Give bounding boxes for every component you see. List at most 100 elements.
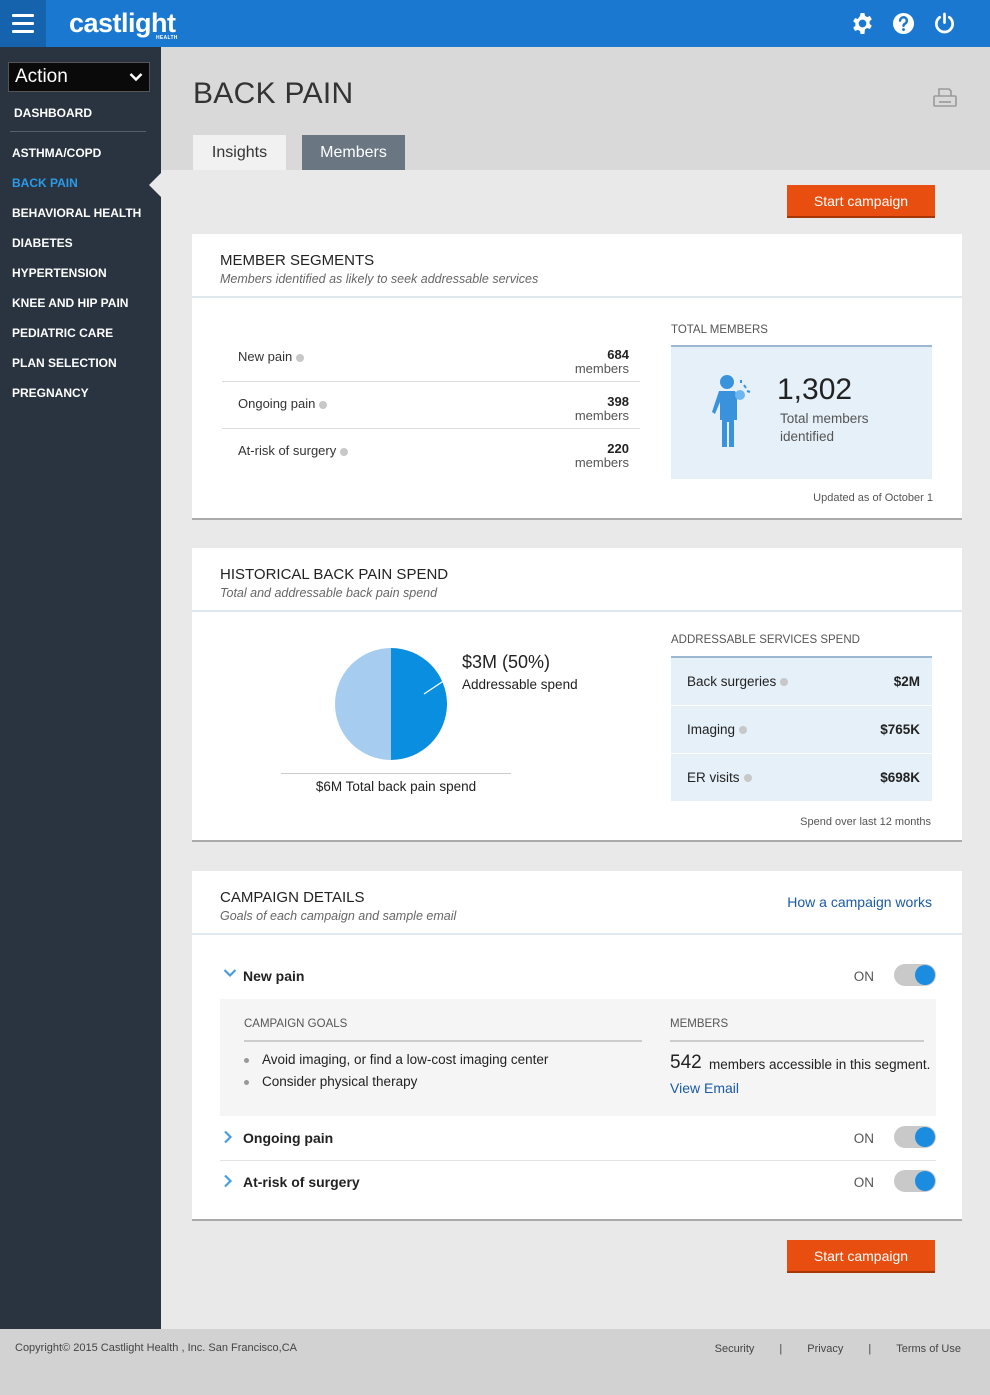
- campaign-state: ON: [853, 1175, 874, 1190]
- action-select[interactable]: Action: [8, 62, 150, 92]
- info-icon[interactable]: [739, 726, 748, 735]
- service-row: Imaging $765K: [671, 706, 932, 754]
- campaign-goals-label: CAMPAIGN GOALS: [244, 1018, 348, 1030]
- info-icon[interactable]: [296, 353, 305, 362]
- copyright: Copyright© 2015 Castlight Health , Inc. …: [15, 1342, 298, 1354]
- footer-link-privacy[interactable]: Privacy: [807, 1343, 843, 1355]
- pie-chart: [335, 648, 447, 760]
- segment-unit: members: [574, 361, 629, 376]
- members-text: members accessible in this segment.: [709, 1057, 931, 1072]
- footer-link-security[interactable]: Security: [715, 1343, 755, 1355]
- start-campaign-button-bottom[interactable]: Start campaign: [787, 1240, 935, 1271]
- chevron-right-icon[interactable]: [223, 1130, 233, 1144]
- info-icon[interactable]: [780, 678, 789, 687]
- pie-total: $6M Total back pain spend: [315, 779, 477, 794]
- campaign-row[interactable]: Ongoing pain ON: [220, 1116, 936, 1160]
- list-item: Consider physical therapy: [244, 1074, 548, 1096]
- footer-separator: |: [868, 1343, 872, 1355]
- sidebar-item-diabetes[interactable]: DIABETES: [12, 236, 141, 266]
- page-title: BACK PAIN: [193, 77, 354, 110]
- campaign-state: ON: [853, 969, 874, 984]
- campaign-toggle[interactable]: [894, 1170, 936, 1192]
- total-members-value: 1,302: [777, 373, 853, 406]
- action-select-value: Action: [15, 66, 68, 87]
- footer-link-terms[interactable]: Terms of Use: [896, 1343, 961, 1355]
- service-row: ER visits $698K: [671, 754, 932, 802]
- card-subtitle: Goals of each campaign and sample email: [220, 909, 457, 923]
- campaign-detail-panel: CAMPAIGN GOALS Avoid imaging, or find a …: [220, 999, 936, 1116]
- question-icon[interactable]: [892, 12, 915, 35]
- info-icon[interactable]: [340, 447, 349, 456]
- view-email-link[interactable]: View Email: [670, 1080, 739, 1096]
- total-members-text: Total members identified: [780, 411, 869, 444]
- total-members-label: TOTAL MEMBERS: [671, 324, 768, 336]
- pie-slice: [335, 648, 391, 760]
- addressable-table: Back surgeries $2M Imaging $765K ER visi…: [671, 656, 932, 802]
- sidebar-item-pregnancy[interactable]: PREGNANCY: [12, 386, 141, 416]
- segment-label: New pain: [238, 349, 293, 364]
- sidebar-item-behavioral-health[interactable]: BEHAVIORAL HEALTH: [12, 206, 141, 236]
- campaign-goals-list: Avoid imaging, or find a low-cost imagin…: [244, 1052, 548, 1096]
- campaign-name: At-risk of surgery: [243, 1174, 360, 1190]
- person-back-pain-icon: [712, 375, 751, 447]
- tab-insights[interactable]: Insights: [193, 135, 286, 170]
- members-label: MEMBERS: [670, 1018, 729, 1030]
- segment-row: At-risk of surgery 220 members: [222, 429, 640, 476]
- top-bar: castlight HEALTH: [0, 0, 990, 47]
- card-subtitle: Total and addressable back pain spend: [220, 586, 438, 600]
- campaign-toggle[interactable]: [894, 964, 936, 986]
- sidebar-item-plan-selection[interactable]: PLAN SELECTION: [12, 356, 141, 386]
- service-name: ER visits: [687, 770, 740, 785]
- pie-slice: [391, 648, 447, 760]
- service-value: $2M: [893, 674, 920, 689]
- sidebar-list: ASTHMA/COPD BACK PAIN BEHAVIORAL HEALTH …: [12, 146, 141, 416]
- segment-unit: members: [574, 455, 629, 470]
- updated-date: Updated as of October 1: [813, 492, 933, 504]
- segment-label: At-risk of surgery: [238, 443, 337, 458]
- service-value: $765K: [880, 722, 920, 737]
- segment-label: Ongoing pain: [238, 396, 316, 411]
- pie-divider: [281, 773, 511, 774]
- campaign-row[interactable]: At-risk of surgery ON: [220, 1160, 936, 1204]
- campaign-name: Ongoing pain: [243, 1130, 334, 1146]
- gear-icon[interactable]: [851, 12, 874, 35]
- sidebar-item-pediatric-care[interactable]: PEDIATRIC CARE: [12, 326, 141, 356]
- segment-count: 684: [607, 347, 629, 362]
- sidebar-item-asthma-copd[interactable]: ASTHMA/COPD: [12, 146, 141, 176]
- hamburger-icon[interactable]: [0, 0, 46, 47]
- how-campaign-works-link[interactable]: How a campaign works: [787, 894, 932, 910]
- chevron-down-icon: [129, 73, 143, 82]
- segment-row: New pain 684 members: [222, 335, 640, 382]
- campaign-card: CAMPAIGN DETAILS Goals of each campaign …: [192, 871, 962, 1221]
- sidebar-item-back-pain[interactable]: BACK PAIN: [12, 176, 141, 206]
- spend-card: HISTORICAL BACK PAIN SPEND Total and add…: [192, 548, 962, 842]
- segment-count: 398: [607, 394, 629, 409]
- sidebar-item-dashboard[interactable]: DASHBOARD: [14, 106, 92, 120]
- active-indicator: [149, 173, 161, 197]
- power-icon[interactable]: [933, 12, 956, 35]
- members-count: 542: [670, 1052, 702, 1073]
- start-campaign-button[interactable]: Start campaign: [787, 185, 935, 216]
- tab-members[interactable]: Members: [302, 135, 405, 170]
- total-members-box: 1,302 Total members identified: [671, 345, 932, 479]
- info-icon[interactable]: [743, 774, 752, 783]
- chevron-right-icon[interactable]: [223, 1174, 233, 1188]
- campaign-name: New pain: [243, 968, 305, 984]
- sidebar-item-knee-and-hip-pain[interactable]: KNEE AND HIP PAIN: [12, 296, 141, 326]
- addressable-label: ADDRESSABLE SERVICES SPEND: [671, 634, 860, 646]
- segment-row: Ongoing pain 398 members: [222, 382, 640, 429]
- service-name: Back surgeries: [687, 674, 777, 689]
- campaign-state: ON: [853, 1131, 874, 1146]
- footer: Copyright© 2015 Castlight Health , Inc. …: [0, 1329, 990, 1395]
- print-icon[interactable]: [933, 87, 957, 109]
- logo-subtext: HEALTH: [156, 35, 178, 41]
- info-icon[interactable]: [319, 400, 328, 409]
- footer-separator: |: [779, 1343, 783, 1355]
- chevron-down-icon[interactable]: [223, 968, 237, 978]
- pie-leader-line: [423, 669, 461, 695]
- pie-sub-label: Addressable spend: [462, 677, 578, 692]
- campaign-toggle[interactable]: [894, 1126, 936, 1148]
- sidebar-item-hypertension[interactable]: HYPERTENSION: [12, 266, 141, 296]
- member-segments-card: MEMBER SEGMENTS Members identified as li…: [192, 234, 962, 520]
- campaign-row[interactable]: New pain ON: [220, 954, 936, 998]
